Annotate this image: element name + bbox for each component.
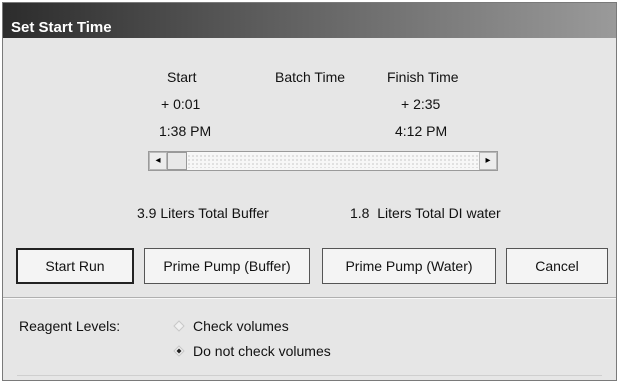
finish-offset: + 2:35 <box>401 96 441 112</box>
start-clock-time: 1:38 PM <box>159 123 212 139</box>
scroll-right-arrow-icon[interactable]: ▸ <box>479 152 497 170</box>
scroll-track[interactable] <box>187 154 479 168</box>
bottom-separator <box>17 375 602 376</box>
prime-pump-water-button[interactable]: Prime Pump (Water) <box>322 248 496 284</box>
water-volume-text: 1.8 Liters Total DI water <box>350 205 501 221</box>
scroll-thumb[interactable] <box>167 152 187 170</box>
reagent-levels-label: Reagent Levels: <box>19 318 121 334</box>
check-volumes-label: Check volumes <box>193 318 289 334</box>
finish-time-header: Finish Time <box>387 69 459 85</box>
scroll-left-arrow-icon[interactable]: ◂ <box>149 152 167 170</box>
cancel-button[interactable]: Cancel <box>506 248 608 284</box>
set-start-time-dialog: Set Start Time Start Batch Time Finish T… <box>2 2 617 381</box>
batch-time-header: Batch Time <box>275 69 346 85</box>
section-divider <box>3 297 616 299</box>
start-run-button[interactable]: Start Run <box>16 248 134 284</box>
window-title: Set Start Time <box>11 19 112 36</box>
start-header: Start <box>167 69 197 85</box>
do-not-check-volumes-option[interactable]: Do not check volumes <box>173 341 331 361</box>
start-time-scrollbar[interactable]: ◂ ▸ <box>148 151 498 171</box>
do-not-check-volumes-label: Do not check volumes <box>193 343 331 359</box>
start-offset: + 0:01 <box>161 96 201 112</box>
finish-clock-time: 4:12 PM <box>395 123 448 139</box>
check-volumes-option[interactable]: Check volumes <box>173 316 289 336</box>
buffer-volume-text: 3.9 Liters Total Buffer <box>137 205 269 221</box>
radio-unselected-icon[interactable] <box>173 320 185 332</box>
prime-pump-buffer-button[interactable]: Prime Pump (Buffer) <box>144 248 310 284</box>
radio-selected-icon[interactable] <box>173 345 185 357</box>
title-bar: Set Start Time <box>3 3 616 38</box>
